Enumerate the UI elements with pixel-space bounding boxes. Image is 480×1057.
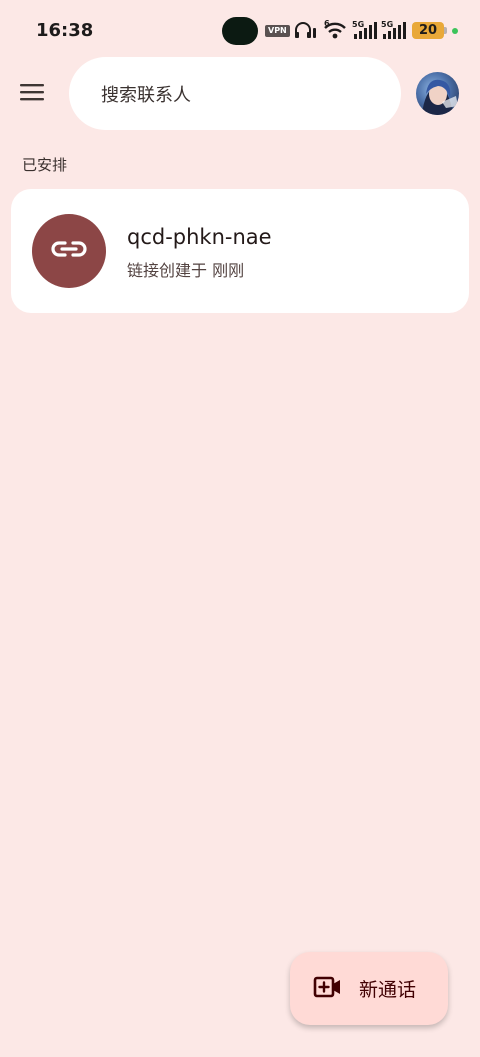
wifi-generation-label: 6 — [324, 19, 330, 28]
camera-cutout — [222, 17, 258, 45]
status-bar: 16:38 VPN 6 5G 5G 20 — [0, 0, 480, 60]
meeting-subtitle: 链接创建于 刚刚 — [127, 261, 245, 280]
search-input[interactable]: 搜索联系人 — [69, 57, 401, 130]
menu-icon — [19, 82, 45, 106]
link-avatar — [32, 214, 106, 288]
battery-indicator: 20 — [412, 22, 444, 39]
signal-icon — [381, 22, 407, 44]
section-label-scheduled: 已安排 — [22, 156, 68, 174]
avatar[interactable] — [416, 72, 459, 115]
new-call-label: 新通话 — [359, 979, 417, 1001]
search-placeholder: 搜索联系人 — [101, 84, 191, 106]
link-icon — [50, 239, 88, 263]
headphones-icon — [293, 20, 317, 44]
meeting-card[interactable]: qcd-phkn-nae 链接创建于 刚刚 — [11, 189, 469, 313]
status-time: 16:38 — [36, 20, 94, 41]
menu-button[interactable] — [14, 76, 50, 112]
meeting-code: qcd-phkn-nae — [127, 225, 272, 249]
privacy-dot — [452, 28, 458, 34]
new-call-button[interactable]: 新通话 — [290, 952, 448, 1025]
signal-icon — [352, 22, 378, 44]
battery-tip — [444, 27, 447, 34]
video-call-add-icon — [313, 975, 343, 1003]
vpn-badge: VPN — [265, 25, 290, 37]
